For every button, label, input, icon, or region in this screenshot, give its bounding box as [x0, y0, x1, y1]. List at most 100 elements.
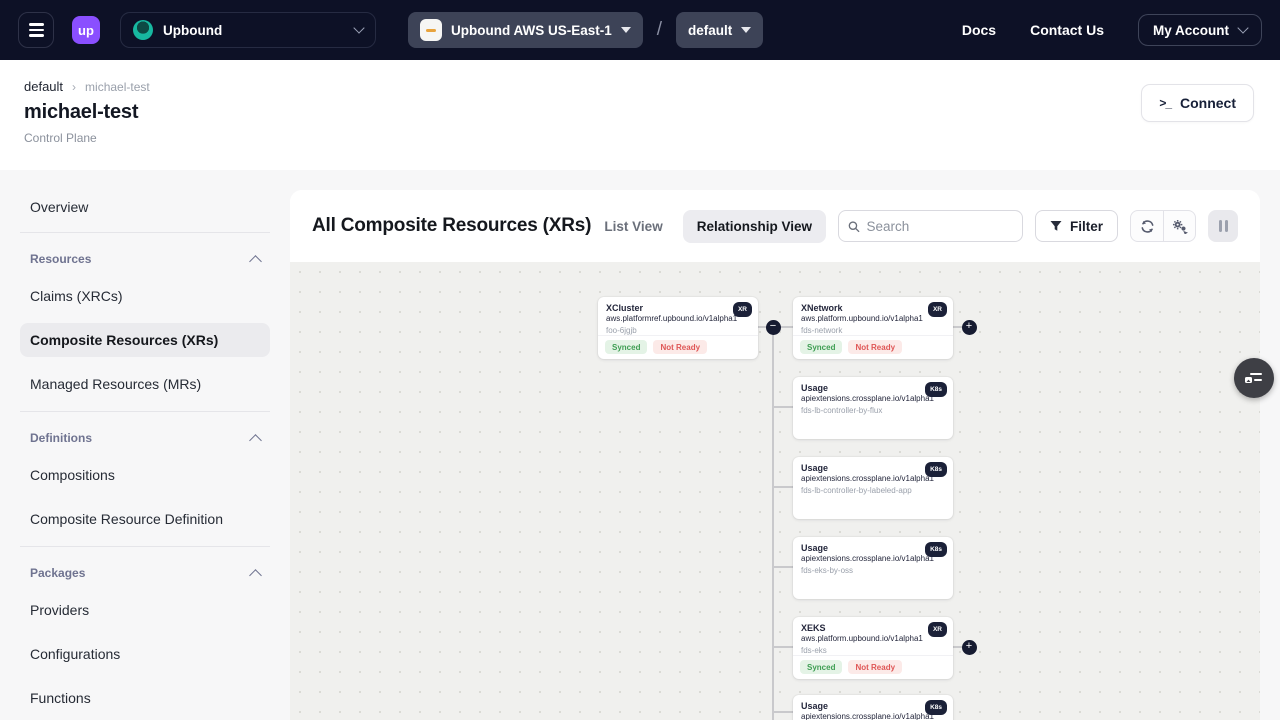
- node-type-badge: K8s: [925, 700, 947, 715]
- sidebar-item-composite-resources[interactable]: Composite Resources (XRs): [20, 323, 270, 357]
- resource-node-usage[interactable]: Usageapiextensions.crossplane.io/v1alpha…: [793, 377, 953, 439]
- search-icon: [848, 220, 860, 233]
- chevron-up-icon[interactable]: [249, 434, 262, 447]
- chevron-up-icon[interactable]: [249, 569, 262, 582]
- sidebar-section-resources[interactable]: Resources: [20, 241, 270, 277]
- refresh-icon: [1140, 219, 1155, 234]
- node-status-row: Synced Not Ready: [598, 335, 758, 359]
- node-api-version: apiextensions.crossplane.io/v1alpha1: [801, 394, 945, 403]
- node-api-version: apiextensions.crossplane.io/v1alpha1: [801, 554, 945, 563]
- node-type-badge: XR: [733, 302, 752, 317]
- sidebar-divider: [20, 411, 270, 412]
- contact-us-link[interactable]: Contact Us: [1030, 22, 1104, 38]
- resource-node-xeks[interactable]: XEKSaws.platform.upbound.io/v1alpha1 fds-…: [793, 617, 953, 679]
- tab-list-view[interactable]: List View: [592, 210, 674, 243]
- breadcrumb-current: michael-test: [85, 80, 150, 94]
- node-api-version: aws.platformref.upbound.io/v1alpha1: [606, 314, 750, 323]
- pause-icon: [1219, 220, 1222, 232]
- resource-node-xcluster[interactable]: XClusteraws.platformref.upbound.io/v1alp…: [598, 297, 758, 359]
- sidebar: Overview Resources Claims (XRCs) Composi…: [0, 170, 290, 720]
- node-api-version: apiextensions.crossplane.io/v1alpha1: [801, 712, 945, 720]
- node-resource-name: fds-eks: [801, 646, 945, 655]
- node-type-badge: K8s: [925, 462, 947, 477]
- org-selector-dropdown[interactable]: Upbound: [120, 12, 376, 48]
- page-header: default › michael-test michael-test Cont…: [0, 60, 1280, 170]
- resource-node-usage[interactable]: Usageapiextensions.crossplane.io/v1alpha…: [793, 457, 953, 519]
- expand-node-button[interactable]: +: [962, 320, 977, 335]
- legend-icon: [1244, 370, 1264, 386]
- sidebar-item-providers[interactable]: Providers: [20, 593, 270, 627]
- terminal-icon: >_: [1159, 96, 1171, 110]
- node-resource-name: fds-lb-controller-by-labeled-app: [801, 486, 945, 495]
- sidebar-item-managed-resources[interactable]: Managed Resources (MRs): [20, 367, 270, 401]
- sidebar-divider: [20, 232, 270, 233]
- upbound-logo[interactable]: up: [72, 16, 100, 44]
- status-badge: Synced: [800, 660, 842, 674]
- group-label: default: [688, 23, 732, 38]
- sidebar-item-claims[interactable]: Claims (XRCs): [20, 279, 270, 313]
- search-input-wrapper: [838, 210, 1023, 242]
- section-label: Resources: [30, 252, 91, 266]
- sidebar-item-overview[interactable]: Overview: [20, 190, 270, 224]
- caret-down-icon: [621, 27, 631, 33]
- node-kind-label: XEKS: [801, 623, 945, 633]
- collapse-node-button[interactable]: −: [766, 320, 781, 335]
- status-badge: Not Ready: [653, 340, 707, 354]
- toolbar: All Composite Resources (XRs) List View …: [290, 190, 1260, 262]
- sidebar-section-definitions[interactable]: Definitions: [20, 420, 270, 456]
- connect-button[interactable]: >_ Connect: [1141, 84, 1254, 122]
- filter-button[interactable]: Filter: [1035, 210, 1118, 242]
- status-badge: Synced: [800, 340, 842, 354]
- sidebar-section-packages[interactable]: Packages: [20, 555, 270, 591]
- refresh-button[interactable]: [1131, 211, 1163, 241]
- resource-node-usage[interactable]: Usageapiextensions.crossplane.io/v1alpha…: [793, 695, 953, 720]
- status-badge: Not Ready: [848, 660, 902, 674]
- tab-relationship-view[interactable]: Relationship View: [683, 210, 826, 243]
- node-type-badge: K8s: [925, 542, 947, 557]
- sidebar-item-functions[interactable]: Functions: [20, 681, 270, 715]
- my-account-dropdown[interactable]: My Account: [1138, 14, 1262, 46]
- sidebar-item-xrd[interactable]: Composite Resource Definition: [20, 502, 270, 536]
- control-plane-dropdown[interactable]: Upbound AWS US-East-1: [408, 12, 643, 48]
- node-api-version: aws.platform.upbound.io/v1alpha1: [801, 634, 945, 643]
- status-badge: Synced: [605, 340, 647, 354]
- sidebar-divider: [20, 546, 270, 547]
- node-header: Usageapiextensions.crossplane.io/v1alpha…: [793, 377, 953, 415]
- node-kind-label: Usage: [801, 701, 945, 711]
- resource-node-usage[interactable]: Usageapiextensions.crossplane.io/v1alpha…: [793, 537, 953, 599]
- chevron-down-icon: [353, 22, 364, 33]
- expand-node-button[interactable]: +: [962, 640, 977, 655]
- main-title: All Composite Resources (XRs): [312, 215, 591, 237]
- run-functions-button[interactable]: [1163, 211, 1195, 241]
- node-resource-name: fds-network: [801, 326, 945, 335]
- chevron-up-icon[interactable]: [249, 255, 262, 268]
- group-dropdown[interactable]: default: [676, 12, 763, 48]
- node-header: XNetworkaws.platform.upbound.io/v1alpha1…: [793, 297, 953, 335]
- pause-button[interactable]: [1208, 210, 1238, 242]
- node-status-row: Synced Not Ready: [793, 655, 953, 679]
- resource-node-xnetwork[interactable]: XNetworkaws.platform.upbound.io/v1alpha1…: [793, 297, 953, 359]
- section-label: Definitions: [30, 431, 92, 445]
- node-header: Usageapiextensions.crossplane.io/v1alpha…: [793, 537, 953, 575]
- breadcrumb: default › michael-test: [24, 79, 1256, 94]
- node-header: XEKSaws.platform.upbound.io/v1alpha1 fds-…: [793, 617, 953, 655]
- relationship-graph-canvas[interactable]: − + + XClusteraws.platformref.upbound.io…: [290, 262, 1260, 720]
- sidebar-item-compositions[interactable]: Compositions: [20, 458, 270, 492]
- node-api-version: apiextensions.crossplane.io/v1alpha1: [801, 474, 945, 483]
- legend-toggle-button[interactable]: [1234, 358, 1274, 398]
- gears-play-icon: [1172, 219, 1188, 234]
- docs-link[interactable]: Docs: [962, 22, 996, 38]
- filter-button-label: Filter: [1070, 219, 1103, 234]
- control-plane-icon: [420, 19, 442, 41]
- chevron-right-icon: ›: [72, 80, 76, 94]
- node-kind-label: Usage: [801, 383, 945, 393]
- breadcrumb-slash: /: [657, 19, 662, 41]
- hamburger-menu-icon[interactable]: [18, 12, 54, 48]
- status-badge: Not Ready: [848, 340, 902, 354]
- sidebar-item-configurations[interactable]: Configurations: [20, 637, 270, 671]
- my-account-label: My Account: [1153, 23, 1229, 38]
- search-input[interactable]: [867, 219, 1013, 234]
- breadcrumb-group[interactable]: default: [24, 79, 63, 94]
- node-type-badge: XR: [928, 622, 947, 637]
- control-plane-label: Upbound AWS US-East-1: [451, 23, 612, 38]
